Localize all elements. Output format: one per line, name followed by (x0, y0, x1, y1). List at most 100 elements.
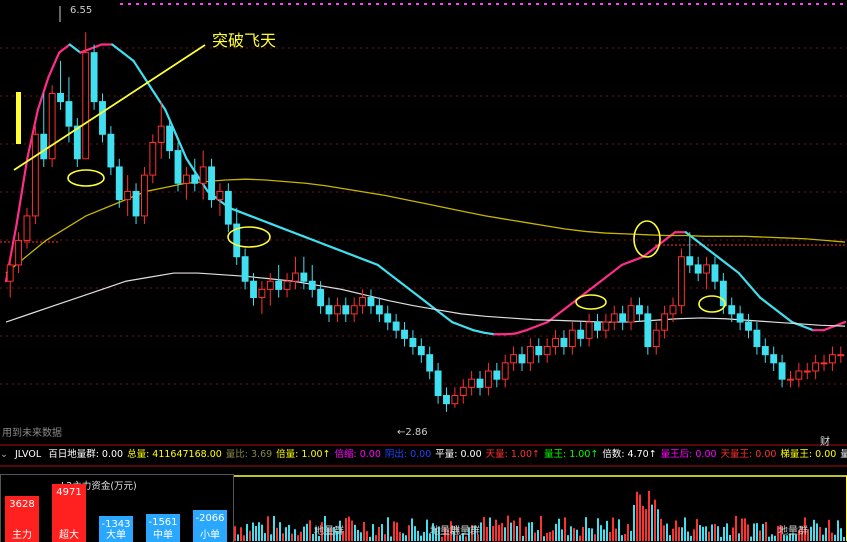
volume-bar (582, 526, 584, 541)
candle-body (745, 321, 752, 331)
annotation-breakthrough: 突破飞天 (212, 31, 276, 50)
highlight-ellipse (575, 294, 607, 310)
ma-segment (387, 271, 401, 283)
candle-body (426, 354, 434, 372)
collapse-icon[interactable]: ⌄ (0, 449, 8, 460)
ma-segment (663, 231, 677, 242)
candle-body (132, 190, 140, 217)
candle-body (795, 370, 803, 380)
ma-segment (727, 263, 740, 275)
volume-bar (345, 518, 347, 541)
candle-body (174, 150, 182, 184)
fund-column: -2066 小单 (193, 476, 227, 542)
volume-bar (810, 526, 812, 541)
volume-bar (384, 534, 386, 541)
candle-body (577, 329, 585, 339)
volume-bar (399, 531, 401, 541)
candle-body (434, 370, 442, 397)
candle-body (317, 288, 325, 307)
indicator-item: 量: 4. (840, 449, 847, 460)
volume-bar (537, 530, 539, 541)
volume-bar (753, 523, 755, 541)
volume-bar (423, 531, 425, 541)
volume-bar (684, 517, 686, 541)
indicator-item: 梯量王: 0.00 (780, 449, 837, 460)
candle-body (543, 346, 551, 356)
volume-bar (813, 519, 815, 541)
ma-segment (397, 280, 411, 291)
candle-body (837, 354, 845, 357)
ma-segment (334, 247, 347, 254)
indicator-item: 倍缩: 0.00 (334, 449, 381, 460)
ma-segment (344, 251, 358, 258)
volume-bar (624, 534, 626, 541)
candle-body (300, 272, 308, 282)
ma-segment (323, 243, 337, 250)
volume-bar (561, 529, 563, 541)
volume-bar (720, 536, 722, 541)
candle-body (48, 92, 56, 160)
volume-bar (426, 519, 428, 541)
volume-bar (687, 531, 689, 541)
candle-body (652, 329, 660, 348)
candle-body (199, 166, 207, 184)
ma-segment (822, 325, 836, 332)
candle-body (208, 166, 215, 201)
volume-bar (570, 526, 572, 541)
volume-bar (465, 536, 467, 541)
candle-body (266, 280, 274, 290)
candle-body (250, 280, 257, 299)
ma-segment (270, 222, 284, 230)
volume-bar (816, 523, 818, 541)
candle-body (778, 362, 786, 380)
volume-bar (627, 524, 629, 541)
volume-bar (522, 535, 524, 541)
volume-bar (765, 522, 767, 541)
volume-bar (243, 535, 245, 541)
candle-body (292, 272, 299, 282)
candle-body (677, 256, 685, 307)
ma-segment (15, 157, 29, 226)
volume-bar (564, 517, 566, 541)
ma-segment (249, 214, 262, 222)
volume-bar (264, 533, 266, 541)
volume-bar (639, 494, 641, 541)
ma-segment (365, 259, 379, 266)
fund-column: 4971 超大 (52, 476, 86, 542)
candle-body (375, 305, 383, 315)
candle-body (694, 264, 702, 274)
volume-bar (771, 534, 773, 541)
fund-name: 大单 (106, 530, 126, 541)
future-data-note: 用到未来数据 (2, 426, 62, 439)
ma-segment (610, 263, 624, 275)
candle-body (820, 362, 828, 365)
candle-body (350, 305, 358, 315)
volume-bar (657, 509, 659, 541)
ma-segment (185, 157, 199, 177)
volume-bar (489, 517, 491, 541)
candle-body (510, 354, 518, 364)
indicator-name[interactable]: JLVOL (15, 449, 41, 460)
candle-body (568, 329, 576, 348)
volume-bar (579, 535, 581, 541)
volume-bar (558, 518, 560, 541)
candle-body (367, 297, 375, 307)
ma-segment (758, 296, 772, 307)
volume-bar (507, 515, 509, 541)
ma-segment (514, 329, 528, 335)
candle-body (342, 305, 350, 315)
indicator-item: 倍量: 1.00↑ (276, 449, 331, 460)
ma-segment (716, 255, 730, 266)
volume-bar (705, 526, 707, 541)
volume-bar (492, 526, 494, 541)
volume-bar (369, 536, 371, 541)
volume-bar (408, 525, 410, 541)
ma-segment (482, 331, 496, 336)
moving-averages (4, 43, 847, 336)
volume-bar (297, 535, 299, 541)
volume-bar (831, 532, 833, 541)
ma-segment (36, 76, 50, 111)
candle-body (443, 395, 450, 405)
candle-body (703, 264, 711, 274)
fund-value: -2066 (195, 512, 225, 524)
